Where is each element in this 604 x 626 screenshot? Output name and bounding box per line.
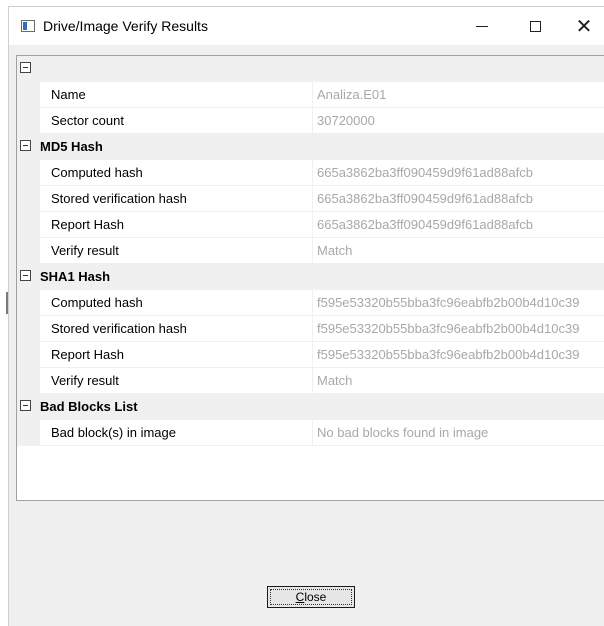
property-name: Report Hash <box>51 347 124 362</box>
property-value: 665a3862ba3ff090459d9f61ad88afcb <box>317 165 533 180</box>
property-value: 665a3862ba3ff090459d9f61ad88afcb <box>317 217 533 232</box>
collapse-toggle-icon[interactable] <box>20 270 31 281</box>
maximize-icon <box>529 20 541 32</box>
property-value: 665a3862ba3ff090459d9f61ad88afcb <box>317 191 533 206</box>
property-row[interactable]: Bad block(s) in image No bad blocks foun… <box>17 420 604 446</box>
column-divider <box>312 420 313 445</box>
minimize-button[interactable] <box>459 7 505 45</box>
category-row-general[interactable] <box>17 56 604 82</box>
property-row[interactable]: Stored verification hash 665a3862ba3ff09… <box>17 186 604 212</box>
property-name: Verify result <box>51 373 119 388</box>
property-name: Sector count <box>51 113 124 128</box>
property-value: Match <box>317 243 353 258</box>
property-row[interactable]: Computed hash 665a3862ba3ff090459d9f61ad… <box>17 160 604 186</box>
close-icon: ✕ <box>575 14 593 38</box>
close-button[interactable]: Close <box>267 586 355 608</box>
column-divider <box>312 82 313 107</box>
property-value: f595e53320b55bba3fc96eabfb2b00b4d10c39 <box>317 321 580 336</box>
property-name: Verify result <box>51 243 119 258</box>
column-divider <box>312 368 313 393</box>
category-row-bad-blocks[interactable]: Bad Blocks List <box>17 394 604 420</box>
property-name: Computed hash <box>51 165 143 180</box>
property-row[interactable]: Verify result Match <box>17 238 604 264</box>
property-value: f595e53320b55bba3fc96eabfb2b00b4d10c39 <box>317 347 580 362</box>
column-divider <box>312 212 313 237</box>
category-row-sha1[interactable]: SHA1 Hash <box>17 264 604 290</box>
property-name: Bad block(s) in image <box>51 425 176 440</box>
column-divider <box>312 290 313 315</box>
property-name: Name <box>51 87 86 102</box>
category-label: MD5 Hash <box>40 139 103 154</box>
property-row[interactable]: Sector count 30720000 <box>17 108 604 134</box>
property-name: Report Hash <box>51 217 124 232</box>
close-window-button[interactable]: ✕ <box>561 7 604 45</box>
close-button-mnemonic: C <box>295 590 305 604</box>
category-row-md5[interactable]: MD5 Hash <box>17 134 604 160</box>
title-bar: Drive/Image Verify Results ✕ <box>9 7 604 45</box>
column-divider <box>312 186 313 211</box>
property-row[interactable]: Report Hash f595e53320b55bba3fc96eabfb2b… <box>17 342 604 368</box>
property-value: Match <box>317 373 353 388</box>
minimize-icon <box>476 25 488 27</box>
app-window-icon <box>21 20 35 32</box>
window-title: Drive/Image Verify Results <box>43 18 208 34</box>
maximize-button[interactable] <box>512 7 558 45</box>
collapse-toggle-icon[interactable] <box>20 62 31 73</box>
property-value: 30720000 <box>317 113 375 128</box>
column-divider <box>312 316 313 341</box>
category-label: Bad Blocks List <box>40 399 138 414</box>
collapse-toggle-icon[interactable] <box>20 140 31 151</box>
property-row[interactable]: Name Analiza.E01 <box>17 82 604 108</box>
property-row[interactable]: Verify result Match <box>17 368 604 394</box>
property-value: Analiza.E01 <box>317 87 387 102</box>
property-value: f595e53320b55bba3fc96eabfb2b00b4d10c39 <box>317 295 580 310</box>
property-value: No bad blocks found in image <box>317 425 489 440</box>
property-name: Computed hash <box>51 295 143 310</box>
property-row[interactable]: Stored verification hash f595e53320b55bb… <box>17 316 604 342</box>
column-divider <box>312 238 313 263</box>
property-row[interactable]: Report Hash 665a3862ba3ff090459d9f61ad88… <box>17 212 604 238</box>
column-divider <box>312 108 313 133</box>
category-label: SHA1 Hash <box>40 269 111 284</box>
property-name: Stored verification hash <box>51 321 187 336</box>
close-button-label: lose <box>304 590 327 604</box>
column-divider <box>312 160 313 185</box>
property-grid[interactable]: Name Analiza.E01 Sector count 30720000 M… <box>16 55 604 501</box>
property-row[interactable]: Computed hash f595e53320b55bba3fc96eabfb… <box>17 290 604 316</box>
property-name: Stored verification hash <box>51 191 187 206</box>
collapse-toggle-icon[interactable] <box>20 400 31 411</box>
column-divider <box>312 342 313 367</box>
